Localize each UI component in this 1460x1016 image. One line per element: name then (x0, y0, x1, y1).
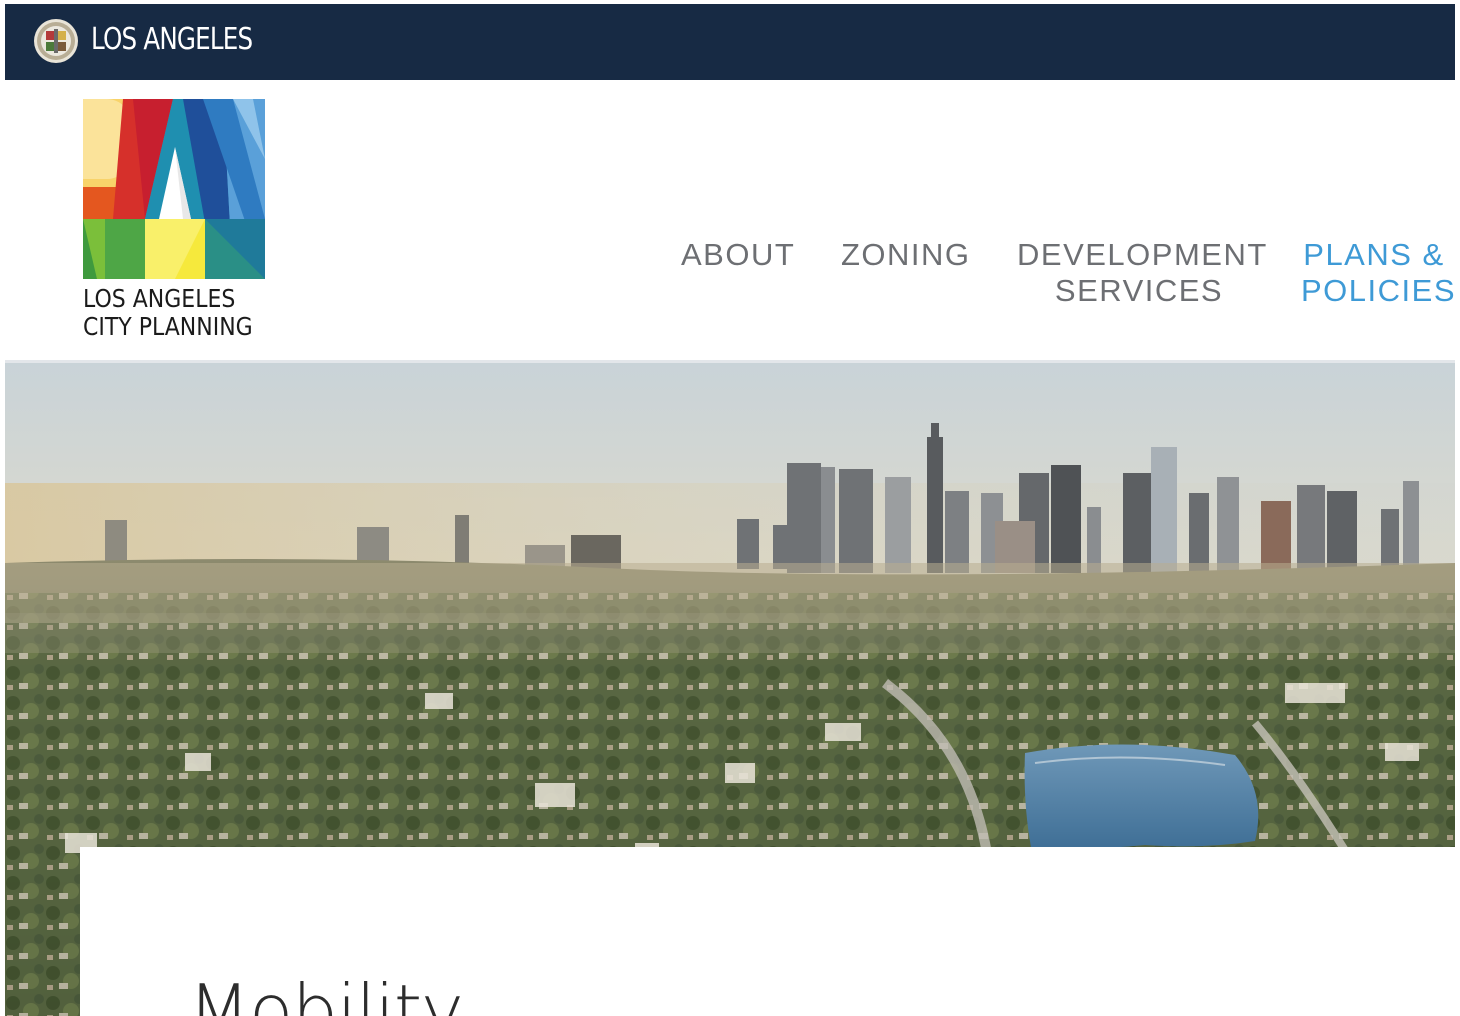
nav-item-plans-policies[interactable]: PLANS & POLICIES (1301, 237, 1455, 309)
content-card: Mobility (80, 847, 1455, 1016)
nav-item-about-label: ABOUT (681, 237, 796, 272)
city-seal-icon[interactable] (33, 18, 79, 64)
main-nav: ABOUT ZONING DEVELOPMENT SERVICES PLANS … (5, 80, 1455, 360)
site-header: LOS ANGELES CITY PLANNING ABOUT ZONING D… (5, 80, 1455, 363)
nav-item-development-services-line2: SERVICES (1054, 273, 1224, 308)
nav-item-development-services-line1: DEVELOPMENT (1017, 237, 1268, 272)
page-frame: LOS ANGELES LOS ANGELES CITY PLANNING AB… (5, 4, 1455, 1016)
page-title: Mobility (188, 969, 464, 1016)
nav-item-about[interactable]: ABOUT (681, 237, 795, 273)
nav-item-zoning[interactable]: ZONING (841, 237, 971, 273)
nav-item-plans-policies-line2: POLICIES (1301, 273, 1455, 308)
city-bar-title[interactable]: LOS ANGELES (91, 22, 253, 57)
city-top-bar: LOS ANGELES (5, 4, 1455, 80)
nav-item-plans-policies-line1: PLANS & (1303, 237, 1445, 272)
nav-item-zoning-label: ZONING (841, 237, 971, 272)
nav-item-development-services[interactable]: DEVELOPMENT SERVICES (1017, 237, 1268, 309)
